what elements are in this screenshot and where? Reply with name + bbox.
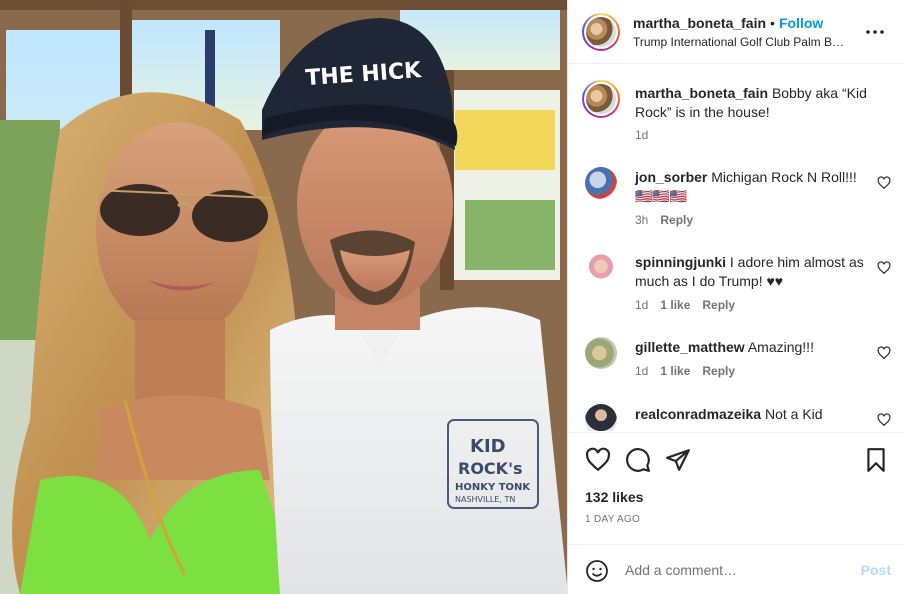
shirt-logo-line1: KID	[470, 436, 506, 457]
comment-username[interactable]: spinningjunki	[635, 254, 726, 270]
comment-body: Not a Kid	[764, 406, 823, 422]
post-actions: 132 likes 1 DAY AGO	[569, 432, 905, 544]
comment-meta: 3h Reply	[635, 213, 705, 227]
commenter-avatar[interactable]	[585, 404, 617, 431]
post-location[interactable]: Trump International Golf Club Palm B…	[633, 35, 844, 49]
comment-reply[interactable]: Reply	[660, 213, 693, 227]
caption-meta: 1d	[635, 128, 660, 142]
comment-reply[interactable]: Reply	[702, 298, 735, 312]
heart-icon[interactable]	[877, 176, 891, 190]
shirt-logo-line2: ROCK's	[458, 459, 522, 478]
comment-likes[interactable]: 1 like	[660, 364, 690, 378]
caption-text: martha_boneta_fain Bobby aka “Kid Rock” …	[635, 84, 867, 122]
post-photo[interactable]: THE HICK KID ROCK's HONKY TONK NASHVILLE…	[0, 0, 568, 594]
more-icon[interactable]	[865, 22, 885, 42]
commenter-avatar[interactable]	[585, 167, 617, 199]
shirt-logo-line4: NASHVILLE, TN	[455, 495, 515, 504]
share-icon[interactable]	[665, 447, 691, 473]
comment-username[interactable]: jon_sorber	[635, 169, 707, 185]
likes-count[interactable]: 132 likes	[585, 489, 643, 505]
follow-button[interactable]: Follow	[779, 15, 823, 31]
post-sidebar: martha_boneta_fain • Follow Trump Internat…	[569, 0, 905, 594]
bookmark-icon[interactable]	[863, 447, 889, 473]
add-comment-bar: Post	[569, 544, 905, 594]
comment-meta: 1d 1 like Reply	[635, 364, 747, 378]
comment-input[interactable]	[625, 558, 845, 582]
comment-body: Amazing!!!	[747, 339, 814, 355]
comment-username[interactable]: realconradmazeika	[635, 406, 761, 422]
comment-username[interactable]: gillette_matthew	[635, 339, 745, 355]
comment-time[interactable]: 1d	[635, 364, 648, 378]
comment-reply[interactable]: Reply	[702, 364, 735, 378]
comment-time[interactable]: 3h	[635, 213, 648, 227]
author-username[interactable]: martha_boneta_fain	[633, 15, 766, 31]
caption-username[interactable]: martha_boneta_fain	[635, 85, 768, 101]
comment-likes[interactable]: 1 like	[660, 298, 690, 312]
emoji-icon[interactable]	[585, 559, 609, 583]
commenter-avatar[interactable]	[585, 252, 617, 284]
comment-text: spinningjunki I adore him almost as much…	[635, 253, 867, 291]
heart-icon[interactable]	[877, 261, 891, 275]
post-button[interactable]: Post	[861, 562, 891, 578]
heart-icon[interactable]	[585, 447, 611, 473]
post-date: 1 DAY AGO	[585, 514, 641, 525]
author-avatar[interactable]	[582, 13, 620, 51]
comment-meta: 1d 1 like Reply	[635, 298, 747, 312]
comment-icon[interactable]	[625, 447, 651, 473]
comment-text: realconradmazeika Not a Kid	[635, 405, 867, 424]
comment-text: jon_sorber Michigan Rock N Roll!!! 🇺🇸🇺🇸🇺…	[635, 168, 867, 206]
author-row: martha_boneta_fain • Follow	[633, 15, 823, 31]
post-image: THE HICK KID ROCK's HONKY TONK NASHVILLE…	[0, 0, 567, 594]
comment-text: gillette_matthew Amazing!!!	[635, 338, 867, 357]
post-header: martha_boneta_fain • Follow Trump Internat…	[569, 0, 905, 64]
heart-icon[interactable]	[877, 413, 891, 427]
separator-dot: •	[770, 15, 775, 31]
heart-icon[interactable]	[877, 346, 891, 360]
commenter-avatar[interactable]	[585, 337, 617, 369]
comment-time[interactable]: 1d	[635, 298, 648, 312]
caption-avatar[interactable]	[582, 80, 620, 118]
shirt-logo-line3: HONKY TONK	[455, 482, 531, 493]
comments-list[interactable]: martha_boneta_fain Bobby aka “Kid Rock” …	[569, 65, 905, 431]
caption-time[interactable]: 1d	[635, 128, 648, 142]
